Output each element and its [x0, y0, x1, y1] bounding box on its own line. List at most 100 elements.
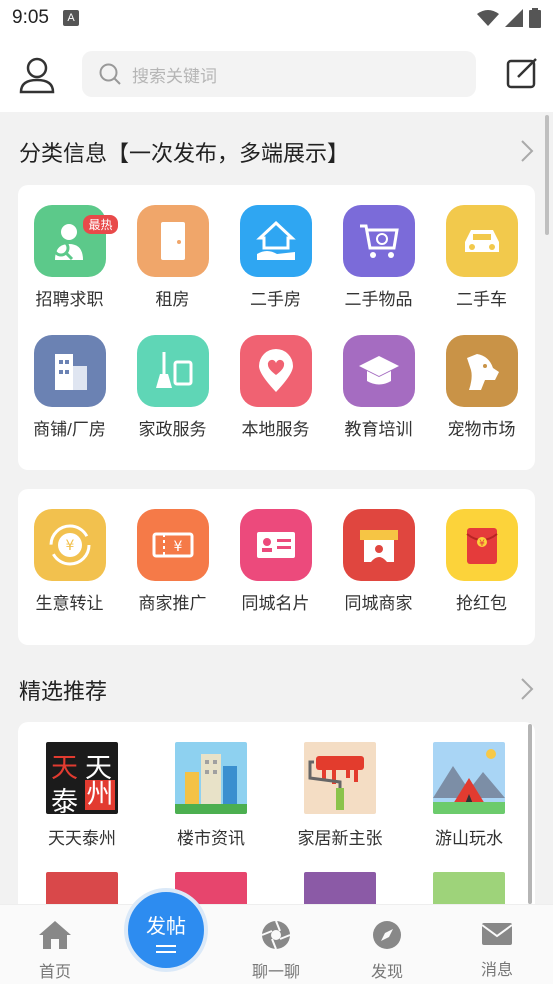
category-label: 宠物市场 — [447, 420, 516, 439]
compass-icon — [373, 921, 401, 949]
nav-discover[interactable]: 发现 — [352, 919, 422, 982]
category-label: 租房 — [155, 290, 190, 309]
chevron-right-icon[interactable] — [519, 676, 535, 702]
service-merchants[interactable]: 同城商家 — [327, 509, 430, 614]
post-label: 发帖 — [146, 916, 186, 938]
category-second-goods[interactable]: 二手物品 — [327, 205, 430, 310]
tiantian-taizhou-logo: 天 天 泰 州 — [46, 742, 118, 814]
recruit-icon: 最热 — [33, 205, 118, 277]
store-icon — [342, 509, 415, 581]
battery-icon — [529, 8, 541, 28]
category-shop[interactable]: 商铺/厂房 — [18, 335, 121, 440]
classified-card: 最热 招聘求职 租房 二手房 二手物品 二手车 商铺/厂房 家政服务 本地服务 … — [18, 185, 535, 470]
search-icon — [99, 63, 121, 85]
location-heart-icon — [239, 335, 312, 407]
category-label: 教育培训 — [344, 420, 413, 439]
category-housekeeping[interactable]: 家政服务 — [121, 335, 224, 440]
bottom-nav: 首页 聊一聊 发现 消息 — [0, 904, 553, 984]
category-education[interactable]: 教育培训 — [327, 335, 430, 440]
nav-label: 首页 — [38, 964, 71, 981]
hot-badge: 最热 — [83, 215, 118, 234]
featured-label: 游山玩水 — [435, 829, 503, 848]
category-label: 二手物品 — [344, 290, 413, 309]
post-bar — [156, 951, 176, 953]
notification-icon: A — [62, 10, 79, 26]
home-icon — [39, 921, 71, 949]
wifi-icon — [477, 10, 499, 26]
service-promote[interactable]: ¥ 商家推广 — [121, 509, 224, 614]
paint-roller-icon — [304, 742, 376, 814]
status-time: 9:05 — [12, 7, 49, 28]
post-button[interactable]: 发帖 — [124, 888, 208, 972]
dog-icon — [445, 335, 518, 407]
aperture-icon — [261, 920, 291, 950]
svg-text:¥: ¥ — [65, 538, 74, 554]
nav-messages[interactable]: 消息 — [462, 919, 532, 980]
chevron-right-icon[interactable] — [519, 138, 535, 164]
broom-icon — [136, 335, 209, 407]
status-bar: 9:05 A — [0, 0, 553, 36]
top-bar: 搜索关键词 — [0, 36, 553, 112]
service-red-envelope[interactable]: ¥ 抢红包 — [430, 509, 533, 614]
service-label: 同城商家 — [344, 594, 413, 613]
buildings-icon — [175, 742, 247, 814]
category-pets[interactable]: 宠物市场 — [430, 335, 533, 440]
service-label: 生意转让 — [35, 594, 104, 613]
nav-label: 发现 — [370, 964, 403, 981]
category-label: 二手房 — [250, 290, 301, 309]
featured-label: 家居新主张 — [297, 829, 383, 848]
ticket-icon: ¥ — [136, 509, 209, 581]
category-second-car[interactable]: 二手车 — [430, 205, 533, 310]
graduation-cap-icon — [342, 335, 415, 407]
tent-icon — [433, 742, 505, 814]
signal-icon — [505, 9, 523, 27]
category-recruit[interactable]: 最热 招聘求职 — [18, 205, 121, 310]
nav-home[interactable]: 首页 — [20, 919, 90, 982]
search-placeholder: 搜索关键词 — [132, 66, 217, 86]
cart-icon — [342, 205, 415, 277]
service-label: 同城名片 — [241, 594, 310, 613]
user-button[interactable] — [18, 56, 56, 94]
door-icon — [136, 205, 209, 277]
search-input[interactable]: 搜索关键词 — [82, 51, 476, 97]
featured-label: 楼市资讯 — [177, 829, 245, 848]
building-icon — [33, 335, 106, 407]
nav-label: 消息 — [480, 962, 513, 979]
car-icon — [445, 205, 518, 277]
featured-tiantian-taizhou[interactable]: 天 天 泰 州 天天泰州 — [22, 742, 142, 849]
edit-icon — [506, 58, 537, 89]
services-card: ¥ 生意转让 ¥ 商家推广 同城名片 同城商家 ¥ 抢红包 — [18, 489, 535, 645]
service-transfer[interactable]: ¥ 生意转让 — [18, 509, 121, 614]
nav-label: 聊一聊 — [251, 964, 300, 981]
card-icon — [239, 509, 312, 581]
featured-real-estate[interactable]: 楼市资讯 — [151, 742, 271, 849]
service-label: 抢红包 — [456, 594, 507, 613]
classified-title: 分类信息【一次发布，多端展示】 — [19, 141, 350, 166]
nav-chat[interactable]: 聊一聊 — [241, 919, 311, 982]
category-label: 二手车 — [456, 290, 507, 309]
house-hand-icon — [239, 205, 312, 277]
page-scrollbar[interactable] — [545, 115, 549, 235]
mail-icon — [481, 923, 513, 945]
post-bar — [156, 945, 176, 947]
user-icon — [19, 57, 55, 94]
category-local-service[interactable]: 本地服务 — [224, 335, 327, 440]
featured-home-design[interactable]: 家居新主张 — [280, 742, 400, 849]
featured-title: 精选推荐 — [19, 679, 108, 704]
featured-scrollbar[interactable] — [528, 724, 532, 904]
featured-travel[interactable]: 游山玩水 — [409, 742, 529, 849]
red-envelope-icon: ¥ — [445, 509, 518, 581]
category-second-house[interactable]: 二手房 — [224, 205, 327, 310]
service-card[interactable]: 同城名片 — [224, 509, 327, 614]
service-label: 商家推广 — [138, 594, 207, 613]
transfer-icon: ¥ — [33, 509, 106, 581]
compose-button[interactable] — [505, 56, 541, 92]
category-label: 商铺/厂房 — [33, 420, 106, 439]
category-rent[interactable]: 租房 — [121, 205, 224, 310]
category-label: 本地服务 — [241, 420, 310, 439]
featured-label: 天天泰州 — [48, 829, 116, 848]
category-label: 招聘求职 — [35, 290, 104, 309]
svg-text:¥: ¥ — [479, 539, 485, 549]
category-label: 家政服务 — [138, 420, 207, 439]
svg-text:¥: ¥ — [173, 539, 182, 555]
